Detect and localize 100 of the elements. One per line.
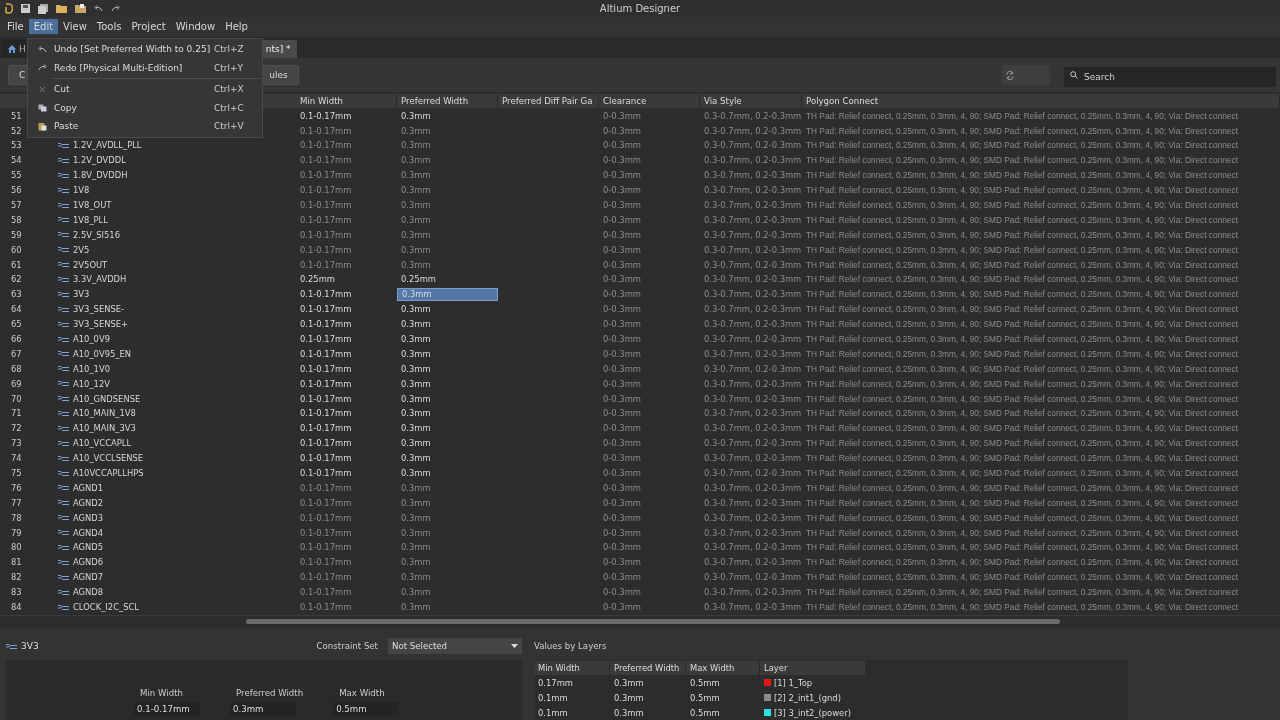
- folder-icon[interactable]: [75, 4, 86, 14]
- net-name: AGND8: [73, 587, 104, 598]
- table-cell-text: 0.3-0.7mm, 0.2-0.3mm: [703, 527, 802, 538]
- table-cell[interactable]: 0.3mm: [397, 362, 498, 376]
- net-icon: [58, 171, 69, 179]
- table-cell[interactable]: 0.3mm: [397, 332, 498, 346]
- column-header[interactable]: Min Width: [534, 660, 610, 675]
- row-number: 83: [10, 587, 23, 598]
- table-cell-text: 0.1-0.17mm: [299, 587, 353, 598]
- column-header[interactable]: Min Width: [296, 93, 397, 108]
- menu-item[interactable]: Window: [170, 19, 221, 35]
- save-all-icon[interactable]: [38, 3, 48, 14]
- table-cell-text: TH Pad: Relief connect, 0.25mm, 0.3mm, 4, 90; SMD Pad: Relief connect, 0.25mm, 0.3mm, 4, 90; Via: Direct connect: [805, 512, 1239, 523]
- row-number: 68: [10, 363, 23, 374]
- table-cell-text: TH Pad: Relief connect, 0.25mm, 0.3mm, 4, 90; SMD Pad: Relief connect, 0.25mm, 0.3mm, 4, 90; Via: Direct connect: [805, 348, 1239, 359]
- table-cell-text: TH Pad: Relief connect, 0.25mm, 0.3mm, 4, 90; SMD Pad: Relief connect, 0.25mm, 0.3mm, 4, 90; Via: Direct connect: [805, 572, 1239, 583]
- table-cell[interactable]: 0.3mm: [397, 138, 498, 152]
- menu-item[interactable]: Project: [126, 19, 171, 35]
- column-header[interactable]: Max Width: [686, 660, 760, 675]
- table-cell[interactable]: 0.3mm: [397, 481, 498, 495]
- table-cell-text: 0-0.3mm: [602, 423, 642, 434]
- table-cell[interactable]: 0.3mm: [397, 228, 498, 242]
- column-header[interactable]: Polygon Connect: [802, 93, 1280, 108]
- table-cell-text: 0.25mm: [299, 274, 336, 285]
- menu-item[interactable]: Copy Ctrl+C: [28, 98, 262, 117]
- table-cell[interactable]: 0.3mm: [397, 466, 498, 480]
- table-cell[interactable]: 0.3mm: [397, 198, 498, 212]
- row-number: 82: [10, 572, 23, 583]
- table-cell[interactable]: 0.3mm: [397, 213, 498, 227]
- column-header[interactable]: Preferred Width: [397, 93, 498, 108]
- menu-item[interactable]: Help: [220, 19, 253, 35]
- net-icon: [58, 320, 69, 328]
- column-header[interactable]: Layer: [760, 660, 866, 675]
- table-cell[interactable]: 0.3mm: [397, 124, 498, 138]
- row-number: 71: [10, 408, 23, 419]
- search-field[interactable]: Search: [1064, 67, 1276, 87]
- table-cell[interactable]: 0.3mm: [397, 258, 498, 272]
- table-cell[interactable]: 0.3mm: [397, 600, 498, 614]
- table-cell-text: 0.1-0.17mm: [299, 289, 353, 300]
- table-cell[interactable]: 0.3mm: [397, 347, 498, 361]
- table-cell[interactable]: 0.3mm: [397, 496, 498, 510]
- net-icon: [58, 246, 69, 254]
- column-header[interactable]: Preferred Diff Pair Ga: [498, 93, 599, 108]
- folder-icon[interactable]: [56, 4, 67, 14]
- table-cell-text: TH Pad: Relief connect, 0.25mm, 0.3mm, 4, 90; SMD Pad: Relief connect, 0.25mm, 0.3mm, 4, 90; Via: Direct connect: [805, 482, 1239, 493]
- table-cell[interactable]: 0.3mm: [397, 541, 498, 554]
- net-icon: [58, 365, 69, 373]
- table-cell[interactable]: 0.3mm: [397, 109, 498, 123]
- column-header[interactable]: Preferred Width: [610, 660, 686, 675]
- menu-item[interactable]: Paste Ctrl+V: [28, 117, 262, 136]
- column-header[interactable]: Clearance: [599, 93, 700, 108]
- table-cell[interactable]: 0.3mm: [397, 183, 498, 197]
- menu-item[interactable]: Edit: [28, 19, 59, 35]
- menu-item[interactable]: Tools: [91, 19, 127, 35]
- table-cell[interactable]: 0.3mm: [397, 153, 498, 167]
- table-cell[interactable]: 0.3mm: [397, 511, 498, 525]
- column-header[interactable]: Via Style: [700, 93, 802, 108]
- table-cell-text: 0.3-0.7mm, 0.2-0.3mm: [703, 497, 802, 508]
- row-number: 78: [10, 512, 23, 523]
- table-cell-text: 0-0.3mm: [602, 497, 642, 508]
- net-name: AGND6: [73, 557, 104, 568]
- row-number: 57: [10, 200, 23, 210]
- table-cell[interactable]: 0.3mm: [397, 585, 498, 599]
- table-cell-text: 0.3-0.7mm, 0.2-0.3mm: [703, 348, 802, 359]
- table-cell-text: 0.1-0.17mm: [299, 304, 353, 315]
- redo-icon[interactable]: [111, 5, 120, 13]
- redo-icon: [37, 64, 47, 72]
- table-cell[interactable]: 0.3mm: [397, 243, 498, 257]
- table-cell-text: 0.1-0.17mm: [299, 468, 353, 479]
- table-cell[interactable]: 0.3mm: [397, 421, 498, 435]
- table-cell[interactable]: 0.3mm: [397, 436, 498, 450]
- table-cell[interactable]: 0.3mm: [397, 406, 498, 420]
- net-icon: [58, 261, 69, 269]
- table-cell-text: TH Pad: Relief connect, 0.25mm, 0.3mm, 4, 90; SMD Pad: Relief connect, 0.25mm, 0.3mm, 4, 90; Via: Direct connect: [805, 423, 1239, 434]
- input-field[interactable]: 0.1-0.17mm: [134, 702, 200, 716]
- menu-item[interactable]: File: [2, 19, 29, 35]
- table-cell-text: 0.1-0.17mm: [299, 572, 353, 583]
- table-cell[interactable]: 0.3mm: [397, 570, 498, 584]
- table-cell[interactable]: 0.3mm: [397, 377, 498, 391]
- table-cell[interactable]: 0.3mm: [397, 526, 498, 540]
- table-cell-text: 0.1-0.17mm: [299, 527, 353, 538]
- table-cell[interactable]: 0.3mm: [397, 302, 498, 316]
- table-cell-text: TH Pad: Relief connect, 0.25mm, 0.3mm, 4, 90; SMD Pad: Relief connect, 0.25mm, 0.3mm, 4, 90; Via: Direct connect: [805, 214, 1239, 225]
- save-icon[interactable]: [21, 4, 30, 14]
- undo-icon[interactable]: [94, 5, 103, 13]
- table-cell[interactable]: 0.3mm: [397, 451, 498, 465]
- table-cell[interactable]: 0.3mm: [397, 168, 498, 182]
- constraint-set-dropdown[interactable]: Not Selected: [388, 638, 522, 654]
- input-field[interactable]: 0.3mm: [230, 702, 296, 716]
- table-cell-text: 0-0.3mm: [602, 229, 642, 240]
- table-cell[interactable]: 0.3mm: [397, 555, 498, 569]
- table-cell[interactable]: 0.3mm: [397, 317, 498, 331]
- input-field[interactable]: 0.5mm: [333, 702, 400, 716]
- scrollbar-thumb[interactable]: [246, 619, 1060, 625]
- menu-item[interactable]: View: [58, 19, 92, 35]
- table-cell[interactable]: 0.25mm: [397, 272, 498, 286]
- table-cell-text: 0.3-0.7mm, 0.2-0.3mm: [703, 334, 802, 344]
- table-cell[interactable]: 0.3mm: [397, 392, 498, 406]
- table-cell-text: TH Pad: Relief connect, 0.25mm, 0.3mm, 4, 90; SMD Pad: Relief connect, 0.25mm, 0.3mm, 4, 90; Via: Direct connect: [805, 155, 1239, 166]
- table-cell-text: 0.1-0.17mm: [299, 602, 353, 613]
